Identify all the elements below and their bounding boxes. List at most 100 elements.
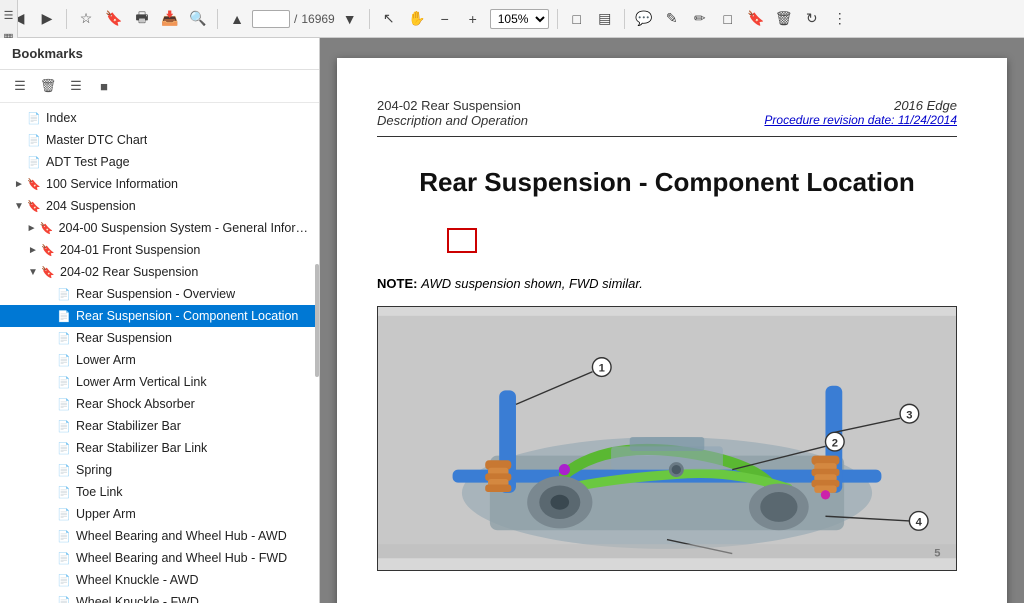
placeholder-area — [407, 218, 957, 266]
total-pages: 16969 — [301, 12, 334, 26]
item-label: 204 Suspension — [46, 199, 136, 213]
sidebar-item-204-02[interactable]: ▼ 🔖 204-02 Rear Suspension — [0, 261, 319, 283]
folder-icon: 🔖 — [39, 220, 55, 236]
hand-tool-icon[interactable]: ✋ — [406, 8, 428, 30]
sidebar-bookmark-btn[interactable]: ■ — [92, 74, 116, 98]
page-icon: 📄 — [56, 330, 72, 346]
sidebar-item-rear-suspension[interactable]: 📄 Rear Suspension — [0, 327, 319, 349]
sidebar-title: Bookmarks — [12, 46, 83, 61]
item-label: Toe Link — [76, 485, 123, 499]
search-icon[interactable]: 🔍 — [187, 8, 209, 30]
forward-icon[interactable]: ▶ — [36, 8, 58, 30]
expand-placeholder — [12, 133, 26, 147]
select-tool-icon[interactable]: ↖ — [378, 8, 400, 30]
sidebar-item-rear-shock[interactable]: 📄 Rear Shock Absorber — [0, 393, 319, 415]
svg-text:2: 2 — [832, 437, 838, 449]
folder-icon: 🔖 — [26, 176, 42, 192]
sidebar-item-rear-component-location[interactable]: 📄 Rear Suspension - Component Location — [0, 305, 319, 327]
item-label: ADT Test Page — [46, 155, 130, 169]
sidebar-resizer[interactable] — [313, 38, 319, 603]
undo-icon[interactable]: ↻ — [801, 8, 823, 30]
stamp-icon[interactable]: 🔖 — [745, 8, 767, 30]
sidebar-item-upper-arm[interactable]: 📄 Upper Arm — [0, 503, 319, 525]
sidebar-item-master-dtc[interactable]: 📄 Master DTC Chart — [0, 129, 319, 151]
sidebar-item-204-suspension[interactable]: ▼ 🔖 204 Suspension — [0, 195, 319, 217]
zoom-select[interactable]: 105% — [490, 9, 549, 29]
download-icon[interactable]: 📥 — [159, 8, 181, 30]
comment-icon[interactable]: 💬 — [633, 8, 655, 30]
item-label: 100 Service Information — [46, 177, 178, 191]
next-page-icon[interactable]: ▼ — [339, 8, 361, 30]
zoom-in-icon[interactable]: + — [462, 8, 484, 30]
highlight-icon[interactable]: ✎ — [661, 8, 683, 30]
sidebar-resizer-visual — [315, 264, 319, 377]
sidebar-toolbar: ☰ 🗑 ☰ ■ — [0, 70, 319, 103]
print-icon[interactable]: 🖶 — [131, 8, 153, 30]
sidebar-item-rear-stabilizer-link[interactable]: 📄 Rear Stabilizer Bar Link — [0, 437, 319, 459]
pdf-main-title: Rear Suspension - Component Location — [377, 167, 957, 198]
expand-placeholder — [42, 485, 56, 499]
pdf-revision-link[interactable]: Procedure revision date: 11/24/2014 — [764, 113, 957, 127]
item-label: Wheel Knuckle - FWD — [76, 595, 199, 603]
expand-placeholder — [42, 397, 56, 411]
sidebar-item-spring[interactable]: 📄 Spring — [0, 459, 319, 481]
bookmark-icon[interactable]: 🔖 — [103, 8, 125, 30]
sidebar-item-100-service[interactable]: ► 🔖 100 Service Information — [0, 173, 319, 195]
sidebar-expand-btn[interactable]: 🗑 — [36, 74, 60, 98]
bookmark-add-icon[interactable]: ☆ — [75, 8, 97, 30]
pdf-header-right: 2016 Edge Procedure revision date: 11/24… — [764, 98, 957, 127]
svg-text:3: 3 — [906, 409, 912, 421]
expand-icon-204-00: ► — [25, 221, 39, 235]
prev-page-icon[interactable]: ▲ — [226, 8, 248, 30]
sidebar-item-toe-link[interactable]: 📄 Toe Link — [0, 481, 319, 503]
expand-placeholder — [12, 111, 26, 125]
pen-icon[interactable]: ✏ — [689, 8, 711, 30]
expand-icon-204: ▼ — [12, 199, 26, 213]
sidebar-item-204-01[interactable]: ► 🔖 204-01 Front Suspension — [0, 239, 319, 261]
page-icon: 📄 — [26, 132, 42, 148]
fit-page-icon[interactable]: □ — [566, 8, 588, 30]
sidebar-item-adt-test[interactable]: 📄 ADT Test Page — [0, 151, 319, 173]
item-label: 204-00 Suspension System - General Infor… — [59, 221, 311, 235]
expand-icon-204-01: ► — [26, 243, 40, 257]
sidebar-menu-btn[interactable]: ☰ — [8, 74, 32, 98]
sidebar-item-204-00[interactable]: ► 🔖 204-00 Suspension System - General I… — [0, 217, 319, 239]
page-icon: 📄 — [56, 352, 72, 368]
page-separator: / — [294, 12, 297, 26]
pdf-viewer[interactable]: 204-02 Rear Suspension Description and O… — [320, 38, 1024, 603]
item-label: Rear Suspension - Overview — [76, 287, 235, 301]
item-label: 204-02 Rear Suspension — [60, 265, 198, 279]
shape-icon[interactable]: □ — [717, 8, 739, 30]
page-icon: 📄 — [56, 594, 72, 603]
sidebar-item-wheel-bearing-awd[interactable]: 📄 Wheel Bearing and Wheel Hub - AWD — [0, 525, 319, 547]
sep-4 — [557, 9, 558, 29]
zoom-out-icon[interactable]: − — [434, 8, 456, 30]
sep-5 — [624, 9, 625, 29]
expand-placeholder — [42, 353, 56, 367]
sep-2 — [217, 9, 218, 29]
sidebar-item-index[interactable]: 📄 Index — [0, 107, 319, 129]
current-page-input[interactable]: 320 — [252, 10, 290, 28]
expand-placeholder — [12, 155, 26, 169]
item-label: Upper Arm — [76, 507, 136, 521]
page-icon: 📄 — [26, 154, 42, 170]
pdf-doc-subtitle: Description and Operation — [377, 113, 528, 128]
page-icon: 📄 — [56, 506, 72, 522]
continuous-scroll-icon[interactable]: ▤ — [594, 8, 616, 30]
expand-placeholder — [42, 441, 56, 455]
page-icon: 📄 — [56, 462, 72, 478]
sidebar-collapse-btn[interactable]: ☰ — [64, 74, 88, 98]
eraser-icon[interactable]: 🗑 — [773, 8, 795, 30]
sidebar-item-rear-overview[interactable]: 📄 Rear Suspension - Overview — [0, 283, 319, 305]
expand-placeholder — [42, 309, 56, 323]
item-label: Rear Suspension - Component Location — [76, 309, 298, 323]
sidebar-item-lower-arm[interactable]: 📄 Lower Arm — [0, 349, 319, 371]
page-icon: 📄 — [56, 528, 72, 544]
sidebar-item-lower-arm-vertical[interactable]: 📄 Lower Arm Vertical Link — [0, 371, 319, 393]
item-label: Wheel Bearing and Wheel Hub - AWD — [76, 529, 287, 543]
sidebar-item-rear-stabilizer-bar[interactable]: 📄 Rear Stabilizer Bar — [0, 415, 319, 437]
more-icon[interactable]: ⋮ — [829, 8, 851, 30]
sidebar-item-wheel-knuckle-awd[interactable]: 📄 Wheel Knuckle - AWD — [0, 569, 319, 591]
sidebar-item-wheel-knuckle-fwd[interactable]: 📄 Wheel Knuckle - FWD — [0, 591, 319, 603]
sidebar-item-wheel-bearing-fwd[interactable]: 📄 Wheel Bearing and Wheel Hub - FWD — [0, 547, 319, 569]
